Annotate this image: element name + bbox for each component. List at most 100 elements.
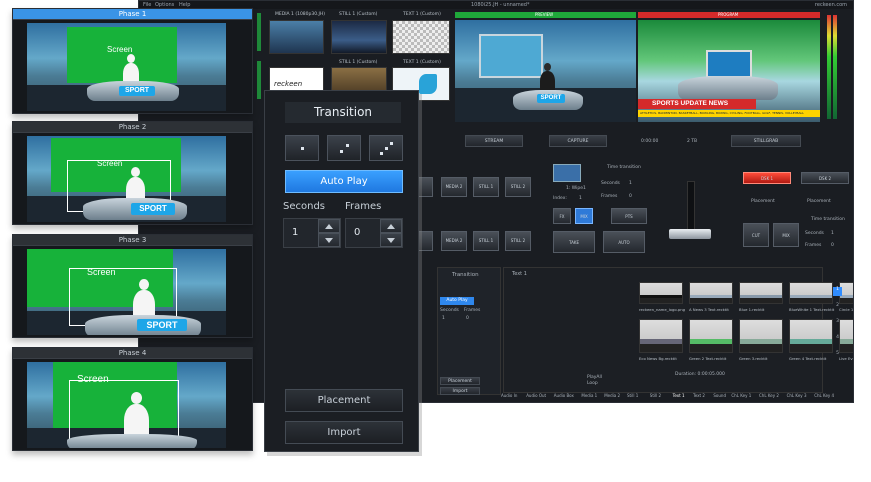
stream-button[interactable]: STREAM	[465, 135, 523, 147]
source-still2[interactable]: STILL 2	[505, 177, 531, 197]
fx-button[interactable]: FX	[553, 208, 571, 224]
sport-logo: SPORT	[137, 319, 187, 331]
bottom-tab[interactable]: Sound	[713, 393, 726, 398]
program-desk	[678, 76, 778, 100]
text-bin-item[interactable]	[739, 282, 783, 304]
bottom-tab[interactable]: ChL Key 1	[731, 393, 751, 398]
stillgrab-button[interactable]: STILLGRAB	[731, 135, 801, 147]
media1-thumbnail[interactable]	[269, 20, 324, 54]
dsk-frames-label: Frames	[805, 243, 822, 248]
text-bin-item-label: reckeen_name_logo.png	[639, 307, 686, 312]
dsk2-placement[interactable]: Placement	[807, 199, 831, 204]
source-media2[interactable]: MEDIA 2	[441, 177, 467, 197]
seconds-increment-button[interactable]	[318, 219, 340, 233]
import-button[interactable]: Import	[285, 421, 403, 444]
phase-panel-4[interactable]: Phase 4 Screen	[12, 347, 253, 451]
mini-transition-title: Transition	[452, 272, 479, 278]
bottom-tab[interactable]: Text 1	[673, 393, 685, 398]
pts-button[interactable]: PTS	[611, 208, 647, 224]
source-media2-row2[interactable]: MEDIA 2	[441, 231, 467, 251]
text-bin-item[interactable]	[639, 319, 683, 353]
frames-label: Frames	[345, 201, 382, 212]
source-still2-row2[interactable]: STILL 2	[505, 231, 531, 251]
bottom-tab[interactable]: Still 1	[627, 393, 638, 398]
frames-stepper[interactable]: 0	[345, 218, 403, 248]
bottom-tab[interactable]: ChL Key 2	[759, 393, 779, 398]
capture-button[interactable]: CAPTURE	[549, 135, 607, 147]
still1-thumbnail[interactable]	[331, 20, 387, 54]
auto-button[interactable]: AUTO	[603, 231, 645, 253]
presenter-silhouette-head	[127, 54, 135, 63]
dsk1-button[interactable]: DSK 1	[743, 172, 791, 184]
transition-dot-icon	[340, 150, 343, 153]
program-label: PROGRAM	[718, 12, 739, 17]
dsk2-button[interactable]: DSK 2	[801, 172, 849, 184]
seconds-decrement-button[interactable]	[318, 233, 340, 247]
audio-meter-left	[827, 15, 831, 119]
frames-increment-button[interactable]	[380, 219, 402, 233]
preview-monitor: SPORT	[455, 20, 636, 122]
wipe-preview[interactable]	[553, 164, 581, 182]
frames-decrement-button[interactable]	[380, 233, 402, 247]
seconds-label: Seconds	[283, 201, 326, 212]
take-button[interactable]: TAKE	[553, 231, 595, 253]
text1-thumbnail[interactable]	[392, 20, 450, 54]
bottom-tab[interactable]: ChL Key 4	[814, 393, 834, 398]
transition-preset-1[interactable]	[285, 135, 319, 161]
arrow-up-icon	[387, 224, 395, 229]
mini-autoplay-button[interactable]: Auto Play	[440, 297, 474, 305]
seconds-stepper[interactable]: 1	[283, 218, 341, 248]
audio-meter-right	[833, 15, 837, 119]
text-bin-page-button[interactable]: 3	[833, 319, 842, 328]
bottom-tab[interactable]: Audio Out	[526, 393, 546, 398]
bottom-tab[interactable]: Audio In	[501, 393, 517, 398]
text-bin-page-button[interactable]: 2	[833, 303, 842, 312]
mini-placement-button[interactable]: Placement	[440, 377, 480, 385]
bottom-tab[interactable]: Audio Box	[554, 393, 574, 398]
source-still1[interactable]: STILL 1	[473, 177, 499, 197]
phase-1-studio: Screen SPORT	[27, 23, 226, 111]
bottom-tab[interactable]: Text 2	[693, 393, 705, 398]
transition-dot-icon	[390, 142, 393, 145]
phase-panel-3[interactable]: Phase 3 Screen SPORT	[12, 234, 253, 338]
text-bin-item[interactable]	[689, 282, 733, 304]
text1-label: TEXT 1 (Custom)	[403, 12, 441, 17]
bottom-tab[interactable]: Still 2	[650, 393, 661, 398]
dsk-seconds-value: 1	[831, 231, 834, 236]
arrow-down-icon	[325, 238, 333, 243]
playall-label[interactable]: PlayAll	[587, 375, 602, 380]
transition-preset-2[interactable]	[327, 135, 361, 161]
phase-title: Phase 4	[13, 348, 252, 359]
text-bin-item[interactable]	[689, 319, 733, 353]
text-bin-page-button[interactable]: 1	[833, 287, 842, 296]
bottom-tab[interactable]: Media 1	[581, 393, 597, 398]
placement-button[interactable]: Placement	[285, 389, 403, 412]
text-bin-item-label: Eco News Bg.recktit	[639, 356, 677, 361]
bottom-tab[interactable]: Media 2	[604, 393, 620, 398]
phase-title: Phase 2	[13, 122, 252, 133]
loop-label[interactable]: Loop	[587, 381, 598, 386]
text1-label-row2: TEXT 1 (Custom)	[403, 60, 441, 65]
text-bin-page-button[interactable]: 5	[833, 351, 842, 360]
phase-panel-2[interactable]: Phase 2 Screen SPORT	[12, 121, 253, 225]
seconds-value: 1	[629, 181, 632, 186]
phase-panel-1[interactable]: Phase 1 Screen SPORT	[12, 8, 253, 114]
seconds-label: Seconds	[601, 181, 620, 186]
tbar-handle[interactable]	[669, 229, 711, 239]
text-bin-item[interactable]	[739, 319, 783, 353]
transition-preset-3[interactable]	[369, 135, 403, 161]
text-bin-item[interactable]	[789, 282, 833, 304]
seconds-value: 1	[292, 227, 299, 238]
mix-dsk-button[interactable]: MIX	[773, 223, 799, 247]
mix-button[interactable]: MIX	[575, 208, 593, 224]
auto-play-button[interactable]: Auto Play	[285, 170, 403, 193]
dsk1-placement[interactable]: Placement	[751, 199, 775, 204]
source-still1-row2[interactable]: STILL 1	[473, 231, 499, 251]
cut-button[interactable]: CUT	[743, 223, 769, 247]
text-bin-page-button[interactable]: 4	[833, 335, 842, 344]
text-bin-item[interactable]	[789, 319, 833, 353]
text-bin-item[interactable]	[639, 282, 683, 304]
bottom-tab[interactable]: ChL Key 3	[787, 393, 807, 398]
text-bin-item-label: Blue 1.recktit	[739, 307, 765, 312]
mini-import-button[interactable]: Import	[440, 387, 480, 395]
